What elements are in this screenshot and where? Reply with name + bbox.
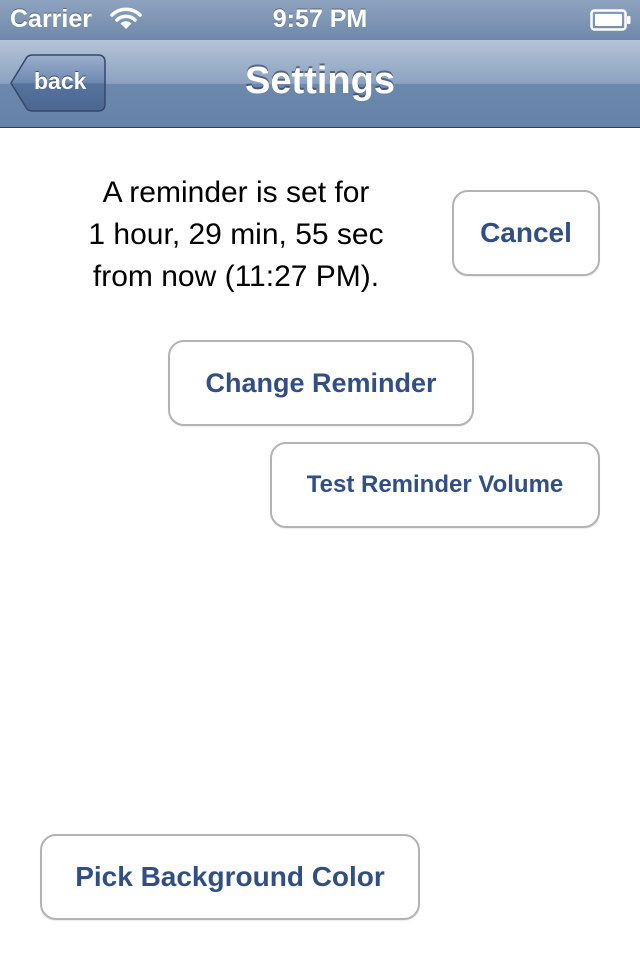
pick-background-color-button[interactable]: Pick Background Color: [40, 834, 420, 920]
reminder-line-2: 1 hour, 29 min, 55 sec: [88, 218, 384, 251]
test-reminder-volume-button[interactable]: Test Reminder Volume: [270, 442, 600, 528]
status-time: 9:57 PM: [272, 5, 368, 33]
reminder-line-1: A reminder is set for: [102, 176, 370, 209]
reminder-status-text: A reminder is set for 1 hour, 29 min, 55…: [48, 172, 424, 298]
navigation-bar: back Settings: [0, 40, 640, 128]
reminder-line-3: from now (11:27 PM).: [92, 260, 380, 293]
page-title: Settings: [245, 60, 395, 102]
change-reminder-button[interactable]: Change Reminder: [168, 340, 474, 426]
cancel-button[interactable]: Cancel: [452, 190, 600, 276]
settings-screen: Carrier 9:57 PM back Settings A reminder…: [0, 0, 640, 960]
battery-icon: [590, 9, 632, 38]
status-bar: Carrier 9:57 PM: [0, 0, 640, 40]
